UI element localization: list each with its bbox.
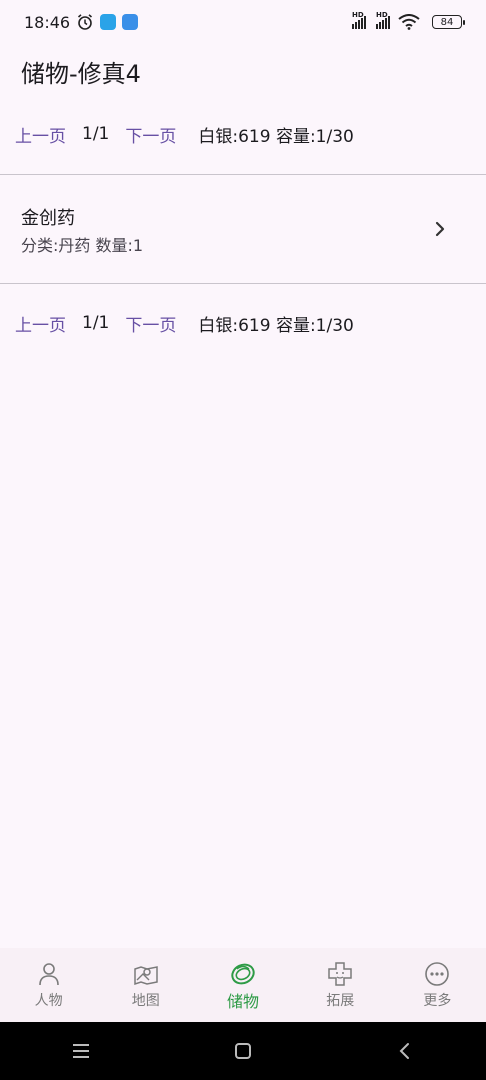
page-indicator: 1/1 — [82, 124, 110, 144]
storage-info: 白银:619 容量:1/30 — [198, 315, 354, 336]
divider — [0, 174, 486, 175]
next-page-link[interactable]: 下一页 — [125, 311, 176, 336]
item-name: 金创药 — [21, 208, 75, 229]
nav-label: 储物 — [227, 992, 260, 1011]
wifi-icon — [398, 14, 420, 30]
notification-app-icon — [100, 14, 117, 30]
person-icon — [38, 963, 59, 986]
nav-item-storage[interactable]: 储物 — [194, 948, 291, 1022]
page-indicator: 1/1 — [82, 313, 110, 333]
list-item[interactable]: 金创药 分类:丹药 数量:1 — [0, 176, 486, 282]
status-time: 18:46 — [24, 12, 71, 32]
storage-ring-icon — [231, 963, 255, 985]
nav-item-more[interactable]: 更多 — [389, 948, 486, 1022]
bottom-nav: 人物 地图 储物 拓展 更多 — [0, 948, 486, 1022]
nav-item-map[interactable]: 地图 — [97, 948, 194, 1022]
pager-top: 上一页 1/1 下一页 白银:619 容量:1/30 — [15, 120, 354, 148]
prev-page-link[interactable]: 上一页 — [15, 311, 66, 336]
alarm-icon — [78, 14, 93, 30]
prev-page-link[interactable]: 上一页 — [15, 122, 66, 147]
nav-label: 更多 — [423, 993, 452, 1009]
item-meta: 分类:丹药 数量:1 — [21, 236, 144, 255]
menu-icon[interactable] — [70, 1040, 92, 1062]
pager-bottom: 上一页 1/1 下一页 白银:619 容量:1/30 — [15, 309, 354, 337]
back-icon[interactable] — [394, 1040, 416, 1062]
next-page-link[interactable]: 下一页 — [125, 122, 176, 147]
puzzle-icon — [328, 962, 352, 986]
nav-label: 拓展 — [326, 993, 355, 1009]
nav-label: 地图 — [131, 993, 160, 1009]
signal-icon: HD — [352, 11, 366, 29]
chevron-right-icon — [435, 221, 445, 237]
divider — [0, 283, 486, 284]
status-bar: 18:46 HD HD 84 — [0, 0, 486, 44]
nav-item-extend[interactable]: 拓展 — [292, 948, 389, 1022]
storage-info: 白银:619 容量:1/30 — [198, 126, 354, 147]
page-title: 储物-修真4 — [21, 60, 141, 88]
system-nav-bar — [0, 1022, 486, 1080]
signal-icon-2: HD — [376, 11, 390, 29]
more-icon — [425, 962, 450, 986]
nav-label: 人物 — [34, 993, 63, 1009]
nav-item-person[interactable]: 人物 — [0, 948, 97, 1022]
battery-icon: 84 — [432, 15, 465, 29]
home-icon[interactable] — [232, 1040, 254, 1062]
map-icon — [134, 966, 158, 986]
upload-app-icon — [122, 14, 139, 30]
